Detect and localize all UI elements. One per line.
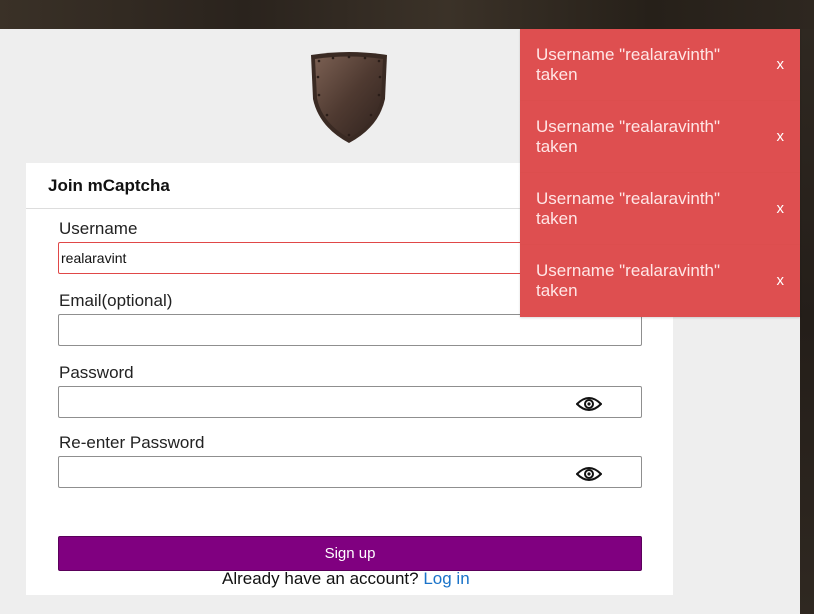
email-input[interactable] xyxy=(58,314,642,346)
toast-message: Username "realaravinth" taken xyxy=(536,45,721,84)
background-top xyxy=(0,0,814,29)
error-toast: Username "realaravinth" taken x xyxy=(520,29,800,101)
toast-message: Username "realaravinth" taken xyxy=(536,117,721,156)
eye-icon[interactable] xyxy=(576,465,602,483)
error-toast: Username "realaravinth" taken x xyxy=(520,101,800,173)
toast-message: Username "realaravinth" taken xyxy=(536,189,721,228)
confirm-password-input[interactable] xyxy=(58,456,642,488)
login-prompt: Already have an account? Log in xyxy=(222,569,470,589)
email-label: Email(optional) xyxy=(59,291,173,310)
close-icon[interactable]: x xyxy=(777,127,785,147)
background-right xyxy=(800,29,814,614)
confirm-password-label: Re-enter Password xyxy=(59,433,205,452)
login-prompt-text: Already have an account? xyxy=(222,569,419,588)
toast-stack: Username "realaravinth" taken x Username… xyxy=(520,29,800,317)
password-input[interactable] xyxy=(58,386,642,418)
shield-logo-icon xyxy=(311,52,387,143)
eye-icon[interactable] xyxy=(576,395,602,413)
signup-button[interactable]: Sign up xyxy=(58,536,642,571)
login-link[interactable]: Log in xyxy=(423,569,469,588)
close-icon[interactable]: x xyxy=(777,271,785,291)
error-toast: Username "realaravinth" taken x xyxy=(520,245,800,317)
close-icon[interactable]: x xyxy=(777,199,785,219)
toast-message: Username "realaravinth" taken xyxy=(536,261,721,300)
password-label: Password xyxy=(59,363,134,382)
error-toast: Username "realaravinth" taken x xyxy=(520,173,800,245)
username-label: Username xyxy=(59,219,138,238)
close-icon[interactable]: x xyxy=(777,55,785,75)
